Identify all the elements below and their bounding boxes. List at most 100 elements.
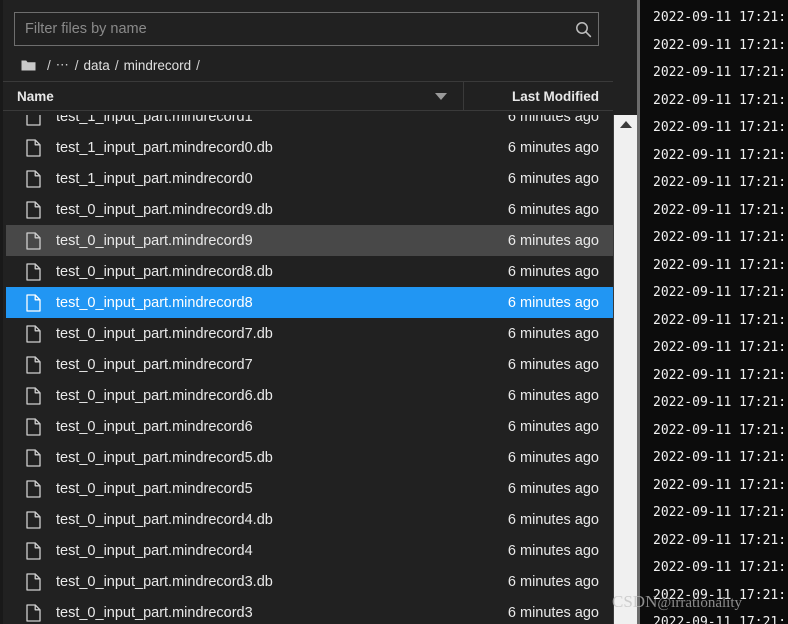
terminal-line: 2022-09-11 17:21:: [653, 147, 787, 163]
terminal-line: 2022-09-11 17:21:: [653, 615, 787, 624]
terminal-line: 2022-09-11 17:21:: [653, 395, 787, 410]
file-icon: [26, 293, 48, 312]
file-last-modified: 6 minutes ago: [507, 294, 599, 311]
terminal-line: 2022-09-11 17:21:: [653, 560, 787, 575]
breadcrumb-separator-1: /: [74, 57, 79, 73]
terminal-line: 2022-09-11 17:21:: [653, 175, 787, 190]
terminal-line: 2022-09-11 17:21:: [653, 422, 787, 438]
terminal-line: 2022-09-11 17:21:: [653, 120, 787, 135]
terminal-line: 2022-09-11 17:21:: [653, 532, 787, 548]
file-last-modified: 6 minutes ago: [507, 201, 599, 218]
terminal-line: 2022-09-11 17:21:: [653, 340, 787, 355]
file-row[interactable]: test_1_input_part.mindrecord0 6 minutes a…: [6, 163, 613, 194]
file-row[interactable]: test_0_input_part.mindrecord5 6 minutes a…: [6, 473, 613, 504]
breadcrumb-item-data[interactable]: data: [84, 58, 110, 73]
breadcrumb-ellipsis[interactable]: ⋯: [56, 57, 70, 73]
file-row[interactable]: test_0_input_part.mindrecord9.db 6 minute…: [6, 194, 613, 225]
filter-files-input[interactable]: [15, 13, 568, 45]
file-last-modified: 6 minutes ago: [507, 115, 599, 125]
file-icon: [26, 324, 48, 343]
file-row[interactable]: test_0_input_part.mindrecord4.db 6 minute…: [6, 504, 613, 535]
file-name: test_0_input_part.mindrecord8.db: [56, 263, 273, 280]
file-last-modified: 6 minutes ago: [507, 418, 599, 435]
terminal-line: 2022-09-11 17:21:: [653, 257, 787, 273]
chevron-down-icon[interactable]: [435, 92, 447, 100]
breadcrumb-separator-0: /: [47, 57, 51, 73]
file-icon: [26, 386, 48, 405]
file-name: test_1_input_part.mindrecord0: [56, 170, 253, 187]
file-last-modified: 6 minutes ago: [507, 480, 599, 497]
file-last-modified: 6 minutes ago: [507, 511, 599, 528]
file-icon: [26, 115, 48, 126]
folder-icon[interactable]: [21, 59, 36, 72]
file-row[interactable]: test_0_input_part.mindrecord6.db 6 minute…: [6, 380, 613, 411]
file-last-modified: 6 minutes ago: [507, 232, 599, 249]
app-root: / ⋯ / data / mindrecord / Name Last Modi…: [0, 0, 788, 624]
file-icon: [26, 448, 48, 467]
column-header-name[interactable]: Name: [3, 82, 464, 110]
file-last-modified: 6 minutes ago: [507, 449, 599, 466]
file-row[interactable]: test_0_input_part.mindrecord9 6 minutes a…: [6, 225, 613, 256]
file-name: test_0_input_part.mindrecord4.db: [56, 511, 273, 528]
breadcrumb-item-mindrecord[interactable]: mindrecord: [124, 58, 192, 73]
file-name: test_0_input_part.mindrecord5.db: [56, 449, 273, 466]
file-name: test_0_input_part.mindrecord9.db: [56, 201, 273, 218]
file-icon: [26, 603, 48, 622]
file-row[interactable]: test_1_input_part.mindrecord0.db 6 minute…: [6, 132, 613, 163]
file-last-modified: 6 minutes ago: [507, 542, 599, 559]
file-last-modified: 6 minutes ago: [507, 139, 599, 156]
breadcrumb-separator-2: /: [114, 57, 119, 73]
terminal-panel[interactable]: 2022-09-11 17:21: 2022-09-11 17:21: 2022-0…: [640, 0, 788, 624]
file-icon: [26, 417, 48, 436]
file-last-modified: 6 minutes ago: [507, 356, 599, 373]
panel-left-edge: [0, 0, 3, 624]
file-row[interactable]: test_0_input_part.mindrecord8 6 minutes a…: [6, 287, 613, 318]
search-icon[interactable]: [568, 13, 598, 45]
file-icon: [26, 479, 48, 498]
file-browser-panel: / ⋯ / data / mindrecord / Name Last Modi…: [0, 0, 613, 624]
file-name: test_0_input_part.mindrecord6.db: [56, 387, 273, 404]
file-row[interactable]: test_0_input_part.mindrecord8.db 6 minute…: [6, 256, 613, 287]
file-icon: [26, 262, 48, 281]
file-row[interactable]: test_0_input_part.mindrecord6 6 minutes a…: [6, 411, 613, 442]
scrollbar-gutter-top: [613, 0, 637, 115]
chevron-up-icon[interactable]: [619, 121, 632, 128]
terminal-line: 2022-09-11 17:21:: [653, 202, 787, 218]
file-icon: [26, 510, 48, 529]
file-last-modified: 6 minutes ago: [507, 263, 599, 280]
terminal-line: 2022-09-11 17:21:: [653, 285, 787, 300]
terminal-line: 2022-09-11 17:21:: [653, 505, 787, 520]
file-icon: [26, 541, 48, 560]
terminal-line: 2022-09-11 17:21:: [653, 37, 787, 53]
file-name: test_0_input_part.mindrecord8: [56, 294, 253, 311]
file-name: test_0_input_part.mindrecord3.db: [56, 573, 273, 590]
column-header-last-modified[interactable]: Last Modified: [464, 89, 613, 104]
file-last-modified: 6 minutes ago: [507, 325, 599, 342]
file-icon: [26, 138, 48, 157]
file-last-modified: 6 minutes ago: [507, 387, 599, 404]
breadcrumb[interactable]: / ⋯ / data / mindrecord /: [3, 49, 613, 81]
file-row[interactable]: test_0_input_part.mindrecord3 6 minutes a…: [6, 597, 613, 624]
file-name: test_0_input_part.mindrecord6: [56, 418, 253, 435]
terminal-line: 2022-09-11 17:21:: [653, 367, 787, 383]
terminal-line: 2022-09-11 17:21:: [653, 477, 787, 493]
column-header-row: Name Last Modified: [3, 81, 613, 111]
terminal-line: 2022-09-11 17:21:: [653, 587, 787, 603]
file-row[interactable]: test_0_input_part.mindrecord4 6 minutes a…: [6, 535, 613, 566]
terminal-line: 2022-09-11 17:21:: [653, 312, 787, 328]
file-list[interactable]: test_1_input_part.mindrecord1 6 minutes a…: [6, 115, 613, 624]
file-list-scrollbar[interactable]: [613, 115, 637, 624]
filter-box[interactable]: [14, 12, 599, 46]
file-name: test_0_input_part.mindrecord4: [56, 542, 253, 559]
terminal-line: 2022-09-11 17:21:: [653, 92, 787, 108]
file-last-modified: 6 minutes ago: [507, 604, 599, 621]
file-icon: [26, 231, 48, 250]
file-row[interactable]: test_0_input_part.mindrecord7 6 minutes a…: [6, 349, 613, 380]
file-row[interactable]: test_0_input_part.mindrecord5.db 6 minute…: [6, 442, 613, 473]
file-name: test_0_input_part.mindrecord5: [56, 480, 253, 497]
file-row[interactable]: test_0_input_part.mindrecord7.db 6 minute…: [6, 318, 613, 349]
file-row[interactable]: test_1_input_part.mindrecord1 6 minutes a…: [6, 115, 613, 132]
terminal-line: 2022-09-11 17:21:: [653, 230, 787, 245]
file-icon: [26, 355, 48, 374]
file-row[interactable]: test_0_input_part.mindrecord3.db 6 minute…: [6, 566, 613, 597]
